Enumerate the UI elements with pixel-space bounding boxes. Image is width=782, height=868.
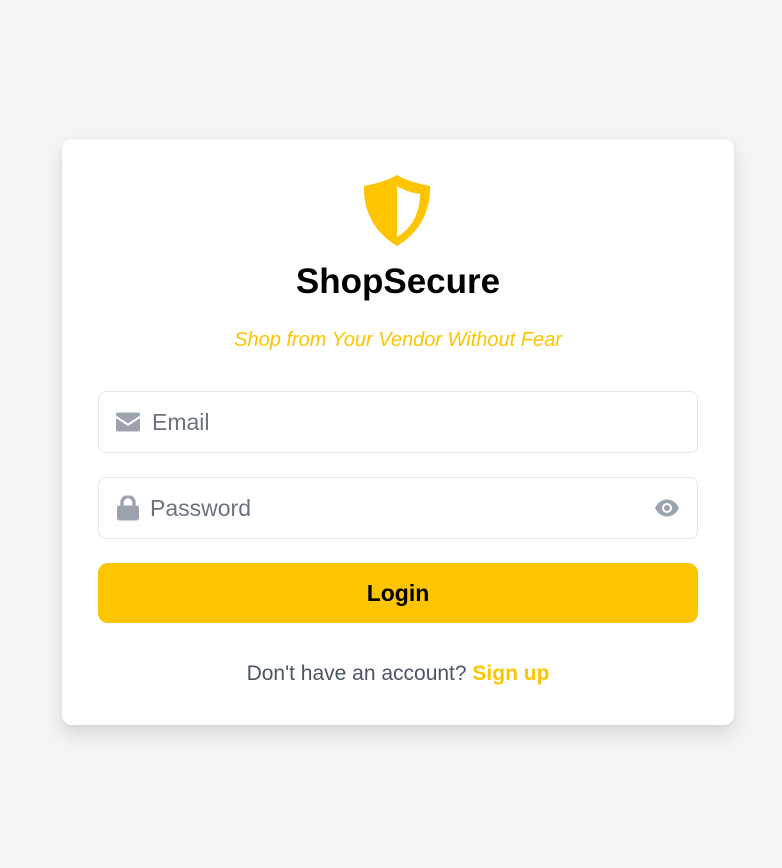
brand-tagline: Shop from Your Vendor Without Fear: [234, 329, 562, 351]
password-field[interactable]: [98, 477, 698, 539]
email-field[interactable]: [98, 391, 698, 453]
envelope-icon: [116, 412, 140, 432]
login-card: ShopSecure Shop from Your Vendor Without…: [62, 139, 734, 725]
email-input[interactable]: [152, 392, 682, 452]
shield-icon: [363, 175, 431, 246]
login-button[interactable]: Login: [98, 563, 698, 623]
eye-icon[interactable]: [655, 499, 679, 517]
brand-title: ShopSecure: [295, 262, 501, 301]
signup-row: Don't have an account? Sign up: [62, 660, 734, 688]
signup-link[interactable]: Sign up: [472, 662, 549, 685]
signup-prompt: Don't have an account?: [246, 662, 467, 685]
lock-icon: [117, 495, 139, 521]
password-input[interactable]: [150, 478, 640, 538]
